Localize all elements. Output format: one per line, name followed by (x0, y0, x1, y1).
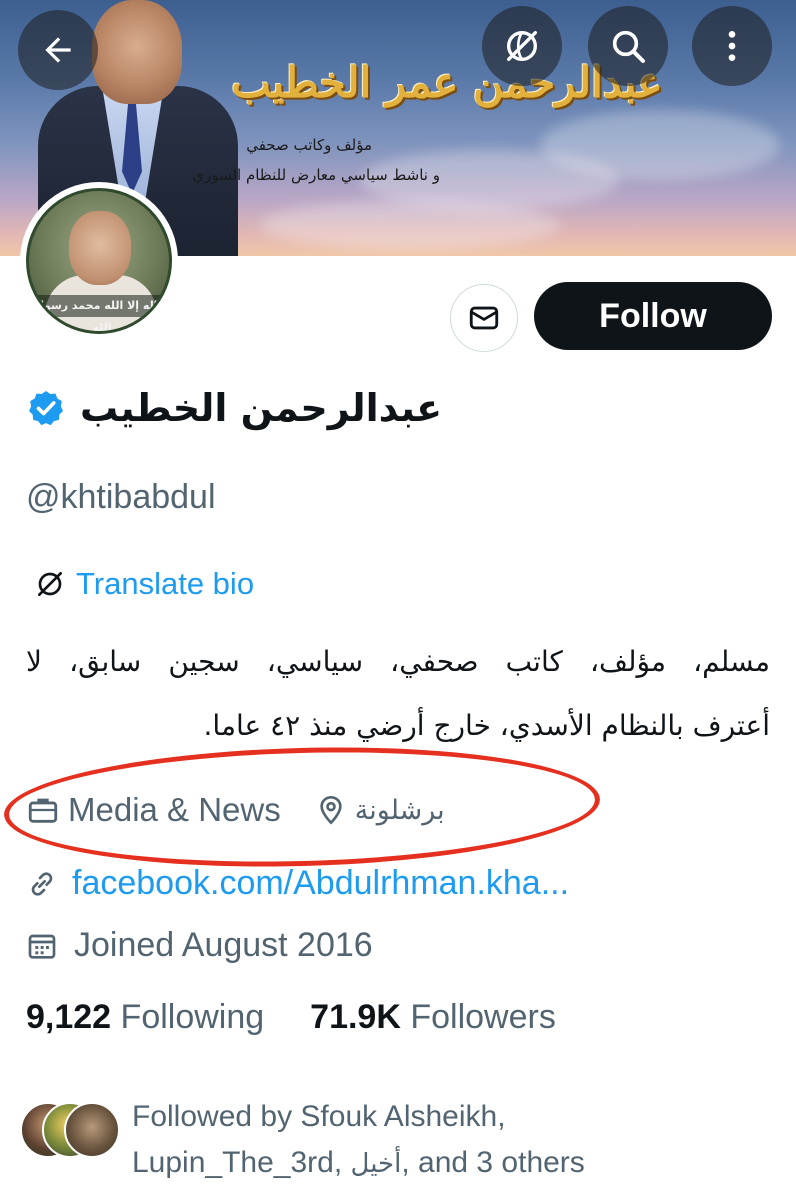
link-icon (31, 871, 53, 896)
followed-by-line-2: Lupin_The_3rd, أخيل, and 3 others (132, 1140, 772, 1187)
profile-bio: مسلم، مؤلف، كاتب صحفي، سياسي، سجين سابق،… (26, 630, 770, 758)
banner-subtitle-2: و ناشط سياسي معارض للنظام السوري (192, 166, 440, 184)
avatar-overlay-text: لا إله إلا الله محمد رسول الله (29, 295, 169, 331)
website-link[interactable]: facebook.com/Abdulrhman.kha... (72, 864, 569, 903)
arrow-left-icon (45, 37, 71, 63)
avatar-photo: لا إله إلا الله محمد رسول الله (26, 188, 172, 334)
follow-button[interactable]: Follow (534, 282, 772, 350)
profile-website[interactable]: facebook.com/Abdulrhman.kha... (26, 864, 569, 903)
envelope-icon (469, 306, 499, 330)
briefcase-icon (28, 798, 58, 823)
translate-bio-label[interactable]: Translate bio (76, 566, 254, 602)
followed-by-text: Followed by Sfouk Alsheikh, Lupin_The_3r… (132, 1094, 772, 1187)
banner-cloud (260, 200, 560, 250)
bio-line: مسلم، مؤلف، كاتب صحفي، سياسي، سجين سابق،… (26, 645, 770, 678)
followed-by-name: Lupin_The_3rd, (132, 1146, 351, 1179)
profile-meta-row: Media & News برشلونة (26, 786, 445, 834)
profile-joined: Joined August 2016 (26, 926, 373, 965)
followed-by[interactable]: Followed by Sfouk Alsheikh, Lupin_The_3r… (20, 1094, 772, 1187)
followed-by-others: , and 3 others (401, 1146, 585, 1179)
name-row: عبدالرحمن الخطيب (26, 376, 442, 440)
bio-line: أعترف بالنظام الأسدي، خارج أرضي منذ ٤٢ ع… (203, 709, 770, 742)
more-button[interactable] (692, 6, 772, 86)
search-button[interactable] (588, 6, 668, 86)
verified-badge-icon (29, 391, 63, 426)
translate-button[interactable] (482, 6, 562, 86)
avatar (64, 1102, 120, 1158)
message-button[interactable] (450, 284, 518, 352)
translate-bio-link[interactable]: Translate bio (34, 566, 254, 602)
location-pin-icon (320, 795, 342, 825)
banner-person-head (92, 0, 182, 104)
search-icon (612, 30, 645, 63)
followed-by-name-ar: أخيل (350, 1149, 402, 1179)
mutual-avatars (20, 1102, 120, 1158)
display-name: عبدالرحمن الخطيب (80, 386, 443, 430)
back-button[interactable] (18, 10, 98, 90)
profile-category: Media & News (68, 791, 281, 828)
user-handle: @khtibabdul (26, 478, 216, 516)
more-vertical-icon (728, 31, 736, 61)
translate-icon (38, 572, 62, 596)
following-link[interactable]: 9,122 Following (26, 998, 264, 1037)
translate-icon (507, 30, 537, 61)
followers-link[interactable]: 71.9K Followers (310, 998, 556, 1037)
following-label: Following (120, 998, 265, 1036)
banner-subtitle-1: مؤلف وكاتب صحفي (246, 136, 372, 154)
followers-label: Followers (410, 998, 556, 1036)
profile-avatar[interactable]: لا إله إلا الله محمد رسول الله (20, 182, 178, 340)
profile-location: برشلونة (354, 794, 445, 826)
following-count: 9,122 (26, 998, 112, 1036)
followed-by-line-1: Followed by Sfouk Alsheikh, (132, 1100, 506, 1133)
banner-cloud (540, 110, 780, 180)
joined-date: Joined August 2016 (74, 926, 373, 964)
profile-stats: 9,122 Following 71.9K Followers (26, 998, 556, 1037)
followers-count: 71.9K (310, 998, 401, 1036)
avatar-face (69, 211, 131, 285)
calendar-icon (28, 934, 56, 959)
